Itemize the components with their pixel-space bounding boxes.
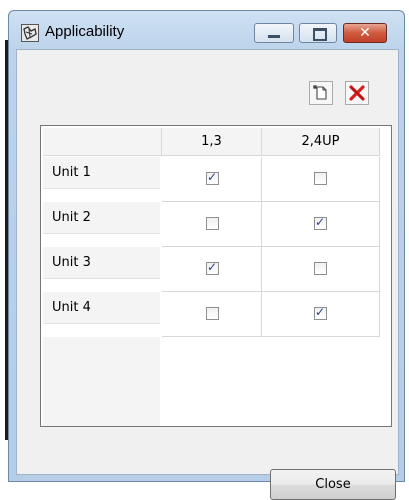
applicability-app-icon (21, 24, 39, 42)
grid-cell (262, 247, 380, 292)
minimize-button[interactable] (254, 23, 294, 43)
grid-cell (162, 202, 262, 247)
applicability-checkbox[interactable] (206, 170, 219, 185)
title-bar[interactable]: Applicability ✕ (9, 11, 404, 49)
applicability-checkbox[interactable] (314, 172, 327, 185)
applicability-checkbox[interactable] (314, 262, 327, 275)
applicability-checkbox[interactable] (314, 305, 327, 320)
minimize-icon (268, 35, 280, 38)
close-icon: ✕ (359, 25, 371, 41)
grid-cell (262, 157, 380, 202)
row-header[interactable]: Unit 4 (43, 292, 160, 324)
applicability-checkbox[interactable] (206, 217, 219, 230)
close-button[interactable]: Close (270, 469, 396, 500)
applicability-grid: 1,3 2,4UP Unit 1 Unit 2 Unit 3 (40, 125, 392, 427)
grid-cell (162, 157, 262, 202)
column-header[interactable]: 1,3 (162, 128, 262, 156)
column-header[interactable]: 2,4UP (262, 128, 380, 156)
applicability-checkbox[interactable] (314, 215, 327, 230)
row-header[interactable]: Unit 1 (43, 157, 160, 189)
new-item-button[interactable] (309, 81, 333, 105)
applicability-window: Applicability ✕ 1,3 2,4UP Unit 1 ✓ Unit … (8, 10, 405, 500)
window-title: Applicability (45, 23, 125, 40)
grid-cell (262, 202, 380, 247)
applicability-checkbox[interactable] (206, 260, 219, 275)
grid-cell (162, 247, 262, 292)
maximize-icon (313, 28, 327, 41)
applicability-checkbox[interactable] (206, 307, 219, 320)
new-document-icon (313, 85, 327, 100)
grid-cell (162, 292, 262, 337)
grid-header-row: 1,3 2,4UP (41, 126, 391, 157)
dialog-client-area: 1,3 2,4UP Unit 1 Unit 2 Unit 3 (16, 49, 399, 500)
row-header[interactable]: Unit 3 (43, 247, 160, 279)
grid-cell (262, 292, 380, 337)
window-close-button[interactable]: ✕ (343, 23, 387, 43)
delete-x-icon (349, 85, 365, 101)
grid-corner-cell (43, 128, 162, 156)
delete-item-button[interactable] (345, 81, 369, 105)
row-header[interactable]: Unit 2 (43, 202, 160, 234)
maximize-button[interactable] (299, 23, 337, 43)
row-header-filler (43, 337, 160, 426)
